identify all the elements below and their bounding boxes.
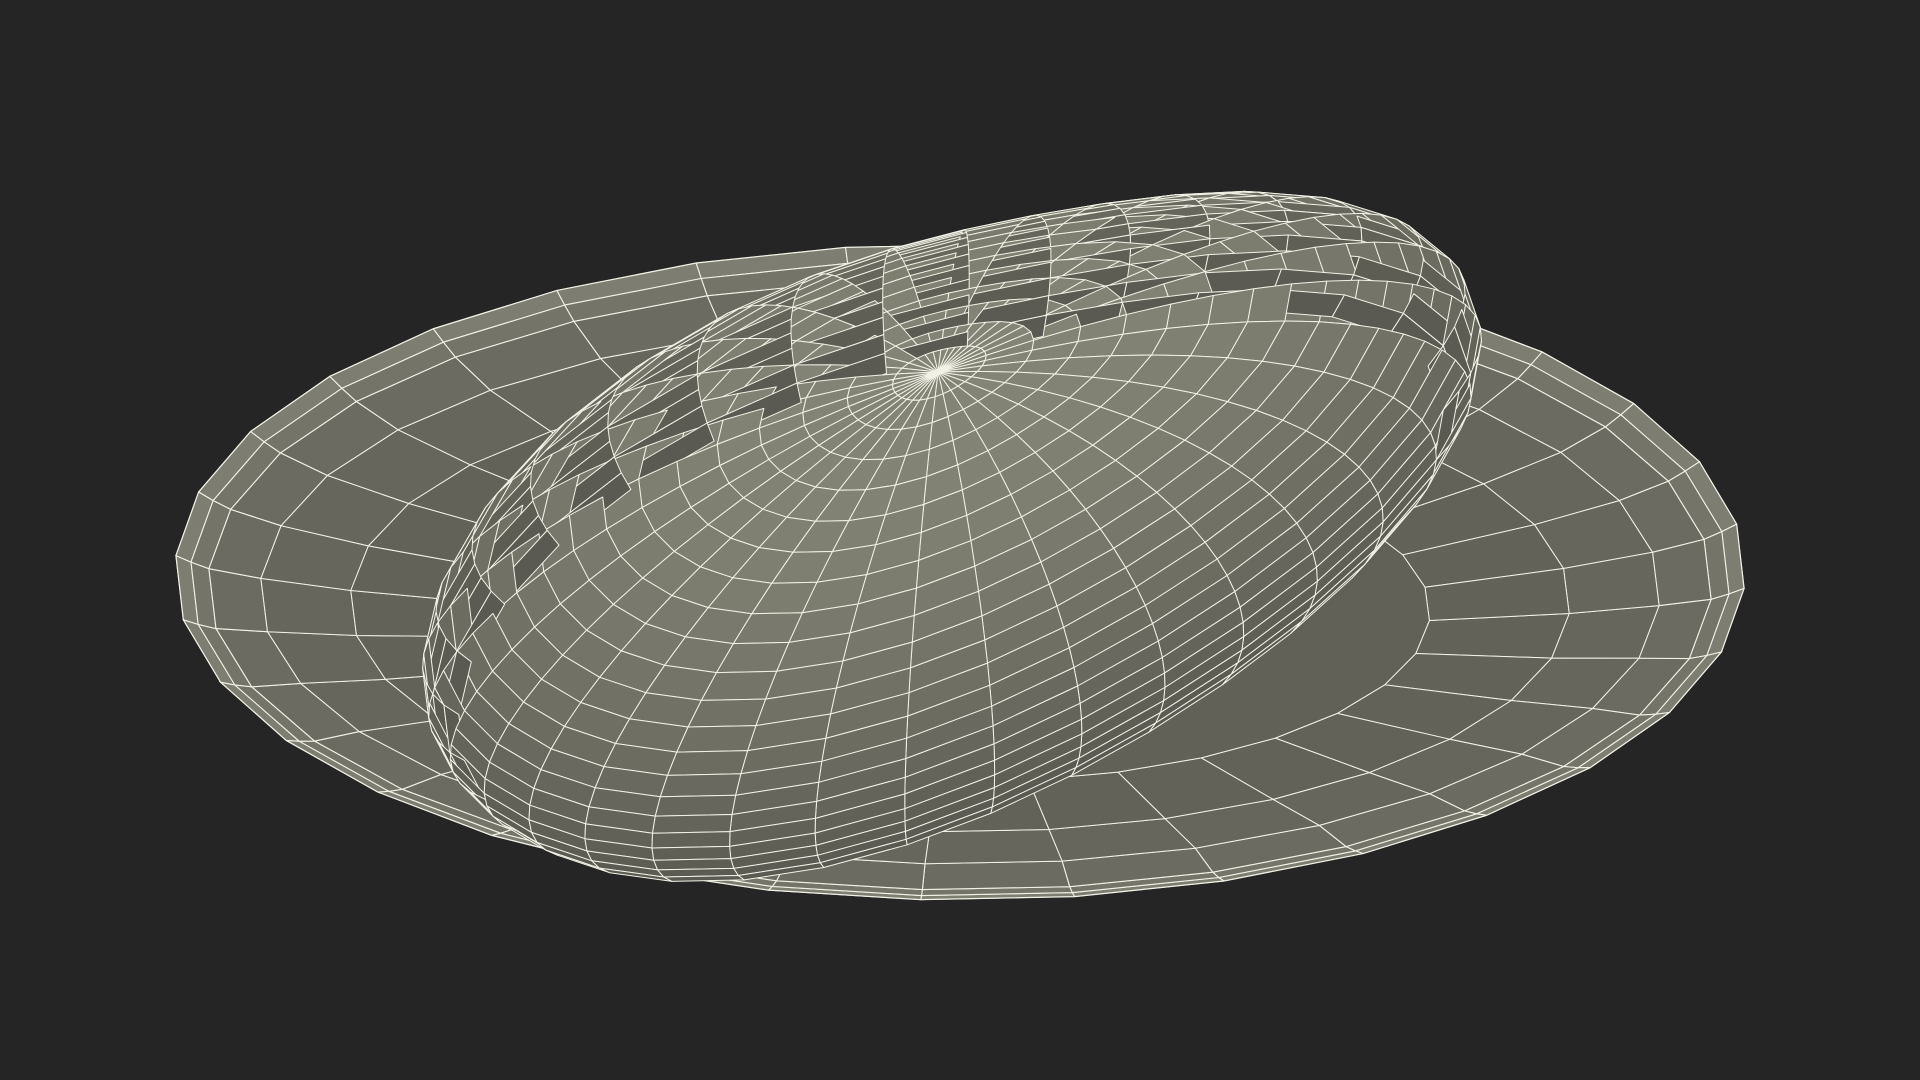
plate-rim-face bbox=[921, 860, 1071, 891]
food-mesh-face bbox=[651, 845, 732, 861]
food-mesh-face bbox=[667, 750, 749, 776]
food-mesh-face bbox=[676, 725, 757, 753]
plate-bowl-face bbox=[924, 828, 1063, 865]
food-mesh-face bbox=[687, 698, 767, 728]
food-mesh-face bbox=[1247, 283, 1293, 323]
wireframe-scene bbox=[175, 190, 1745, 901]
render-viewport bbox=[0, 0, 1920, 1080]
food-mesh-face bbox=[659, 773, 742, 798]
food-mesh-face bbox=[652, 814, 733, 834]
food-mesh-face bbox=[663, 875, 745, 882]
food-mesh-face bbox=[654, 794, 737, 817]
food-mesh-face bbox=[651, 831, 731, 849]
